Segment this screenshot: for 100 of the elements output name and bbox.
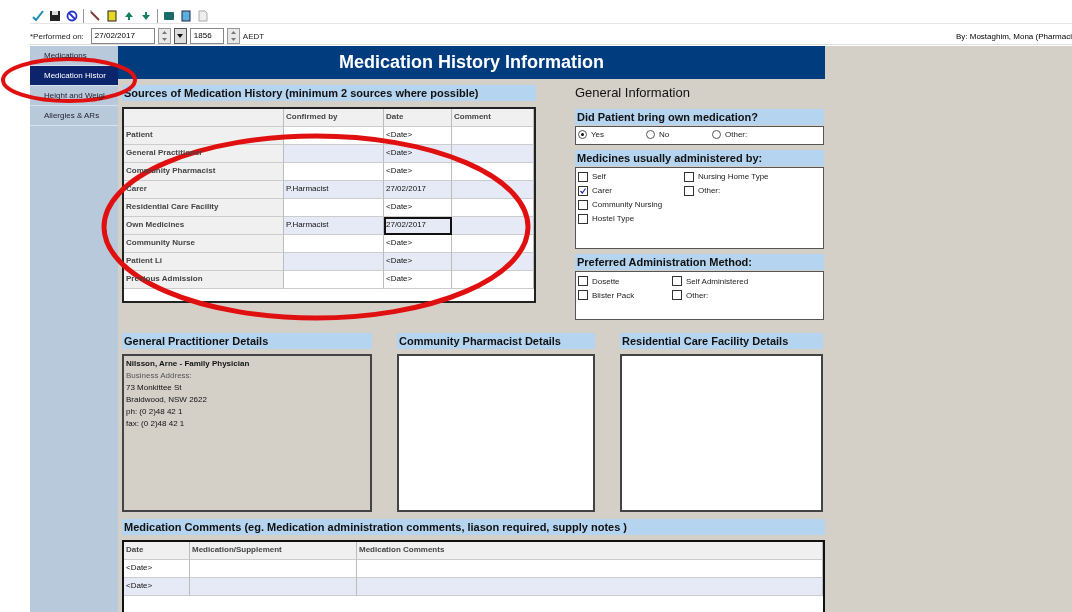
question-header: Preferred Administration Method: — [575, 254, 824, 271]
checkbox[interactable] — [672, 276, 682, 287]
option-label: Blister Pack — [592, 290, 635, 300]
checkbox-option[interactable]: Self — [578, 170, 684, 183]
down-arrow-icon[interactable] — [161, 38, 167, 41]
table-cell[interactable] — [190, 560, 357, 578]
up-arrow-icon[interactable] — [161, 31, 167, 34]
option-label: Self Administered — [686, 276, 749, 286]
check-icon[interactable] — [32, 10, 44, 22]
checkbox[interactable] — [578, 213, 588, 224]
checkbox[interactable] — [578, 290, 588, 301]
nav-item[interactable]: Medication Histor — [30, 66, 118, 86]
row-header: Community Nurse — [124, 235, 284, 253]
section-header: Medication Comments (eg. Medication administration comments, liason required, supply notes ) — [122, 519, 825, 535]
table-cell[interactable] — [284, 235, 384, 253]
column-header: Medication/Supplement — [190, 542, 357, 560]
checkbox[interactable] — [578, 171, 588, 182]
table-cell[interactable] — [284, 163, 384, 181]
table-cell[interactable]: P.Harmacist — [284, 181, 384, 199]
date-cell[interactable]: <Date> — [384, 271, 452, 289]
checkbox-option[interactable]: Community Nursing — [578, 198, 684, 211]
row-header: Patient Li — [124, 253, 284, 271]
table-cell[interactable] — [284, 145, 384, 163]
checkbox[interactable] — [578, 199, 588, 210]
checkbox[interactable] — [672, 290, 682, 301]
table-cell[interactable] — [284, 271, 384, 289]
checkbox-option[interactable]: Other: — [672, 289, 821, 302]
table-cell[interactable] — [284, 253, 384, 271]
checkbox-option[interactable]: Dosette — [578, 275, 672, 288]
table-cell[interactable] — [357, 560, 823, 578]
up-arrow-icon[interactable] — [230, 31, 236, 34]
table-cell[interactable] — [452, 127, 534, 145]
date-cell[interactable]: <Date> — [384, 235, 452, 253]
dropdown-button[interactable] — [173, 28, 187, 44]
check-mark-icon — [580, 187, 586, 194]
radio-option[interactable]: Yes — [578, 130, 646, 139]
details-line: Nilsson, Arne - Family Physician — [126, 358, 251, 370]
option-label: Carer — [592, 186, 612, 196]
cancel-icon[interactable] — [66, 10, 78, 22]
option-label: Other: — [698, 186, 721, 196]
section-header: Community Pharmacist Details — [397, 333, 595, 349]
date-cell[interactable]: <Date> — [124, 578, 190, 596]
table-cell[interactable] — [190, 578, 357, 596]
section-title: General Information — [575, 85, 691, 100]
column-header: Confirmed by — [284, 109, 384, 127]
date-cell[interactable]: <Date> — [384, 199, 452, 217]
row-header: Carer — [124, 181, 284, 199]
checkbox[interactable] — [684, 171, 694, 182]
section-header: General Practitioner Details — [122, 333, 372, 349]
checkbox-option[interactable]: Other: — [684, 184, 821, 197]
spin-button[interactable] — [226, 28, 240, 44]
time-field[interactable]: 1856 — [189, 28, 224, 44]
table-cell[interactable] — [452, 253, 534, 271]
radio-option[interactable]: No — [646, 130, 712, 139]
radio-option[interactable]: Other: — [712, 130, 821, 139]
radio-button[interactable] — [578, 130, 587, 139]
table-cell[interactable] — [452, 145, 534, 163]
date-field[interactable]: 27/02/2017 — [90, 28, 155, 44]
details-line: ph: (0 2)48 42 1 — [126, 406, 184, 418]
down-arrow-icon[interactable] — [230, 38, 236, 41]
table-cell[interactable] — [452, 217, 534, 235]
option-label: Dosette — [592, 276, 620, 286]
checkbox-option[interactable]: Self Administered — [672, 275, 821, 288]
table-cell[interactable] — [357, 578, 823, 596]
table-cell[interactable] — [284, 199, 384, 217]
monitor-icon[interactable] — [163, 10, 175, 22]
date-cell[interactable]: <Date> — [384, 127, 452, 145]
checkbox[interactable] — [578, 276, 588, 287]
checkbox[interactable] — [684, 185, 694, 196]
date-cell[interactable]: 27/02/2017 — [384, 217, 452, 235]
column-header: Comment — [452, 109, 534, 127]
details-line: fax: (0 2)48 42 1 — [126, 418, 186, 430]
field-label: *Performed on: — [30, 31, 84, 41]
notes-icon[interactable] — [180, 10, 192, 22]
checkbox-option[interactable]: Hostel Type — [578, 212, 684, 225]
details-line: Business Address: — [126, 370, 193, 382]
save-icon[interactable] — [49, 10, 61, 22]
radio-button[interactable] — [712, 130, 721, 139]
spin-button[interactable] — [157, 28, 171, 44]
checkbox-option[interactable]: Nursing Home Type — [684, 170, 821, 183]
option-label: Community Nursing — [592, 200, 663, 210]
document-icon[interactable] — [106, 10, 118, 22]
table-cell[interactable] — [452, 199, 534, 217]
option-label: Self — [592, 172, 606, 182]
column-header: Date — [384, 109, 452, 127]
date-cell[interactable]: <Date> — [384, 163, 452, 181]
date-cell[interactable]: <Date> — [124, 560, 190, 578]
table-cell[interactable] — [452, 235, 534, 253]
checkbox[interactable] — [578, 185, 588, 196]
table-cell[interactable] — [452, 181, 534, 199]
date-cell[interactable]: 27/02/2017 — [384, 181, 452, 199]
checkbox-option[interactable]: Blister Pack — [578, 289, 672, 302]
date-cell[interactable]: <Date> — [384, 253, 452, 271]
radio-button[interactable] — [646, 130, 655, 139]
arrow-down-icon[interactable] — [140, 10, 152, 22]
arrow-up-icon[interactable] — [123, 10, 135, 22]
wand-icon[interactable] — [89, 10, 101, 22]
checkbox-option[interactable]: Carer — [578, 184, 684, 197]
option-label: Nursing Home Type — [698, 172, 769, 182]
table-cell[interactable]: P.Harmacist — [284, 217, 384, 235]
